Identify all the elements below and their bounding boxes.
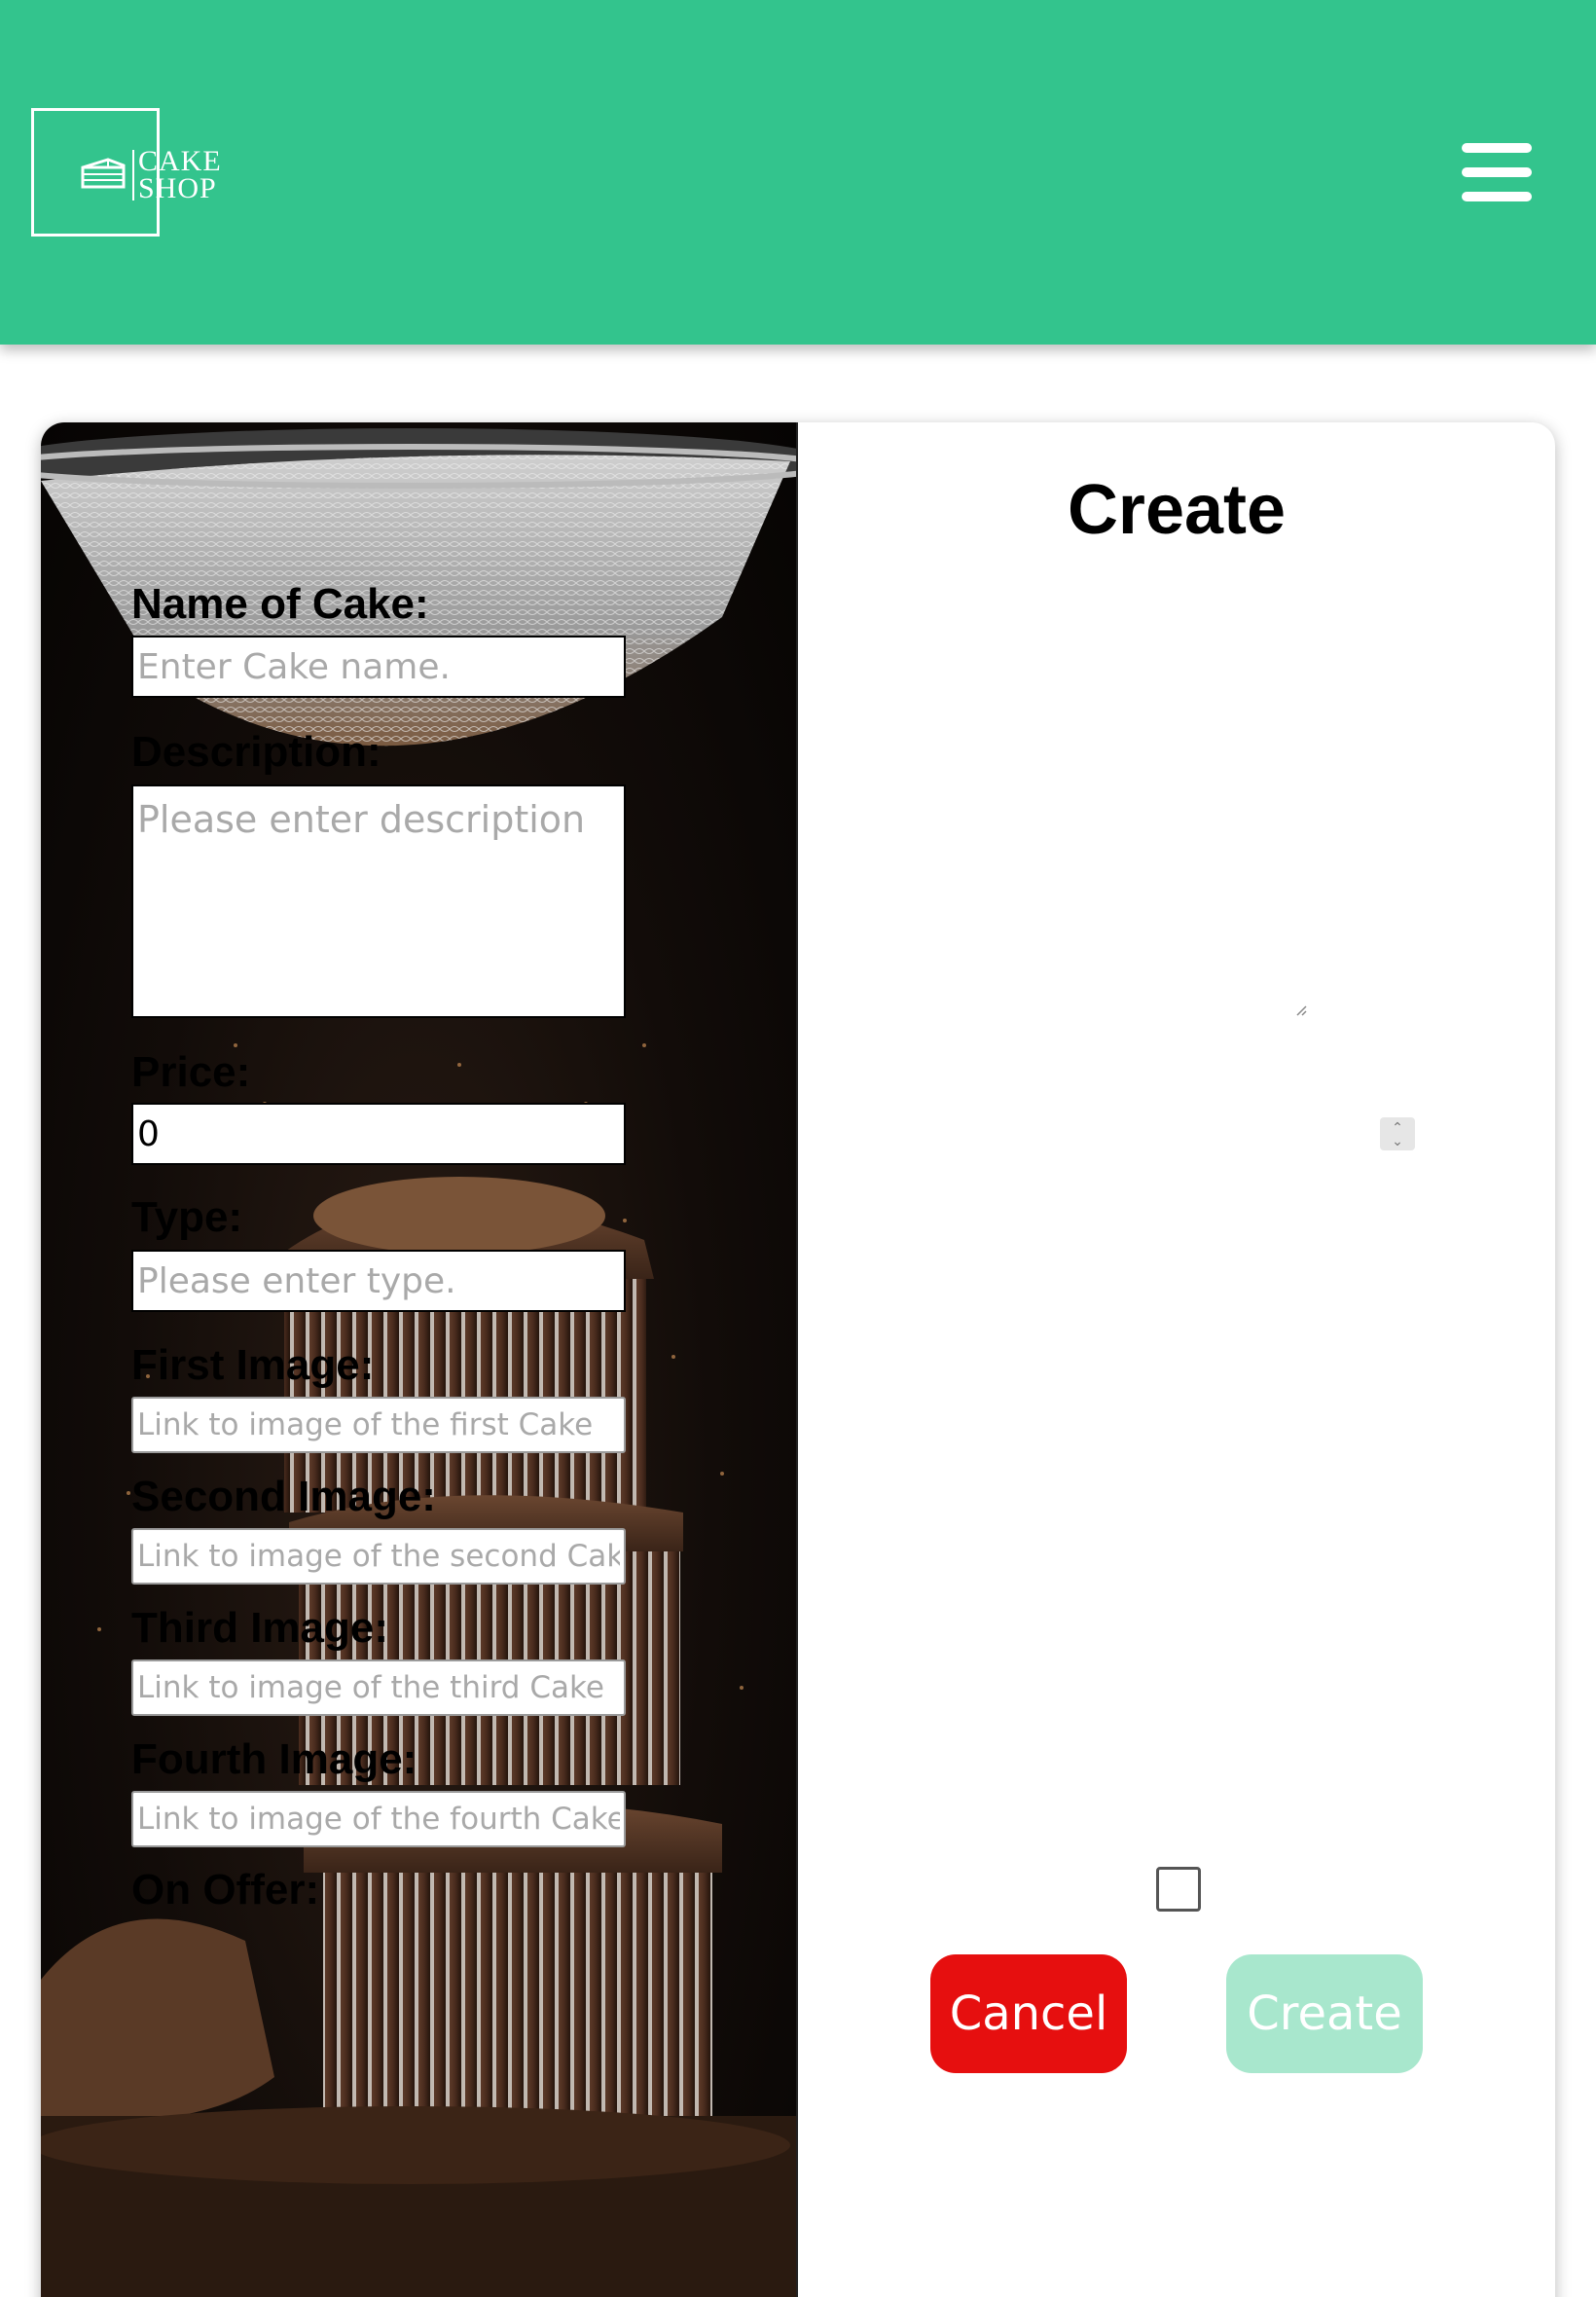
- logo-text: CAKE SHOP: [138, 145, 222, 204]
- top-header: CAKE SHOP: [0, 0, 1596, 345]
- third-image-input[interactable]: [131, 1659, 626, 1716]
- first-image-label: First Image:: [131, 1341, 375, 1389]
- cake-name-input[interactable]: [131, 636, 626, 698]
- second-image-input[interactable]: [131, 1528, 626, 1585]
- price-stepper[interactable]: ⌃ ⌄: [1380, 1117, 1415, 1150]
- name-label: Name of Cake:: [131, 580, 429, 628]
- logo-line-shop: SHOP: [138, 172, 217, 204]
- logo-divider: [132, 150, 134, 201]
- price-input[interactable]: [131, 1103, 626, 1165]
- third-image-label: Third Image:: [131, 1604, 389, 1652]
- chevron-down-icon[interactable]: ⌄: [1380, 1134, 1415, 1148]
- first-image-input[interactable]: [131, 1397, 626, 1453]
- fourth-image-input[interactable]: [131, 1791, 626, 1847]
- create-button[interactable]: Create: [1226, 1954, 1423, 2073]
- type-input[interactable]: [131, 1250, 626, 1312]
- resize-grip-icon[interactable]: [1295, 1004, 1307, 1016]
- description-textarea[interactable]: [131, 784, 626, 1018]
- description-label: Description:: [131, 728, 381, 776]
- second-image-label: Second Image:: [131, 1473, 436, 1520]
- hamburger-menu-icon[interactable]: [1462, 139, 1532, 205]
- on-offer-checkbox[interactable]: [1156, 1867, 1201, 1912]
- chevron-up-icon[interactable]: ⌃: [1380, 1120, 1415, 1134]
- cake-shop-logo[interactable]: CAKE SHOP: [31, 108, 221, 237]
- fourth-image-label: Fourth Image:: [131, 1735, 417, 1783]
- logo-line-cake: CAKE: [138, 145, 222, 177]
- cancel-button[interactable]: Cancel: [930, 1954, 1127, 2073]
- cake-slice-icon: [81, 158, 126, 189]
- form-title: Create: [1067, 471, 1287, 549]
- type-label: Type:: [131, 1193, 243, 1241]
- create-form: Create: [798, 422, 1555, 2297]
- price-label: Price:: [131, 1048, 251, 1096]
- on-offer-label: On Offer:: [131, 1866, 320, 1914]
